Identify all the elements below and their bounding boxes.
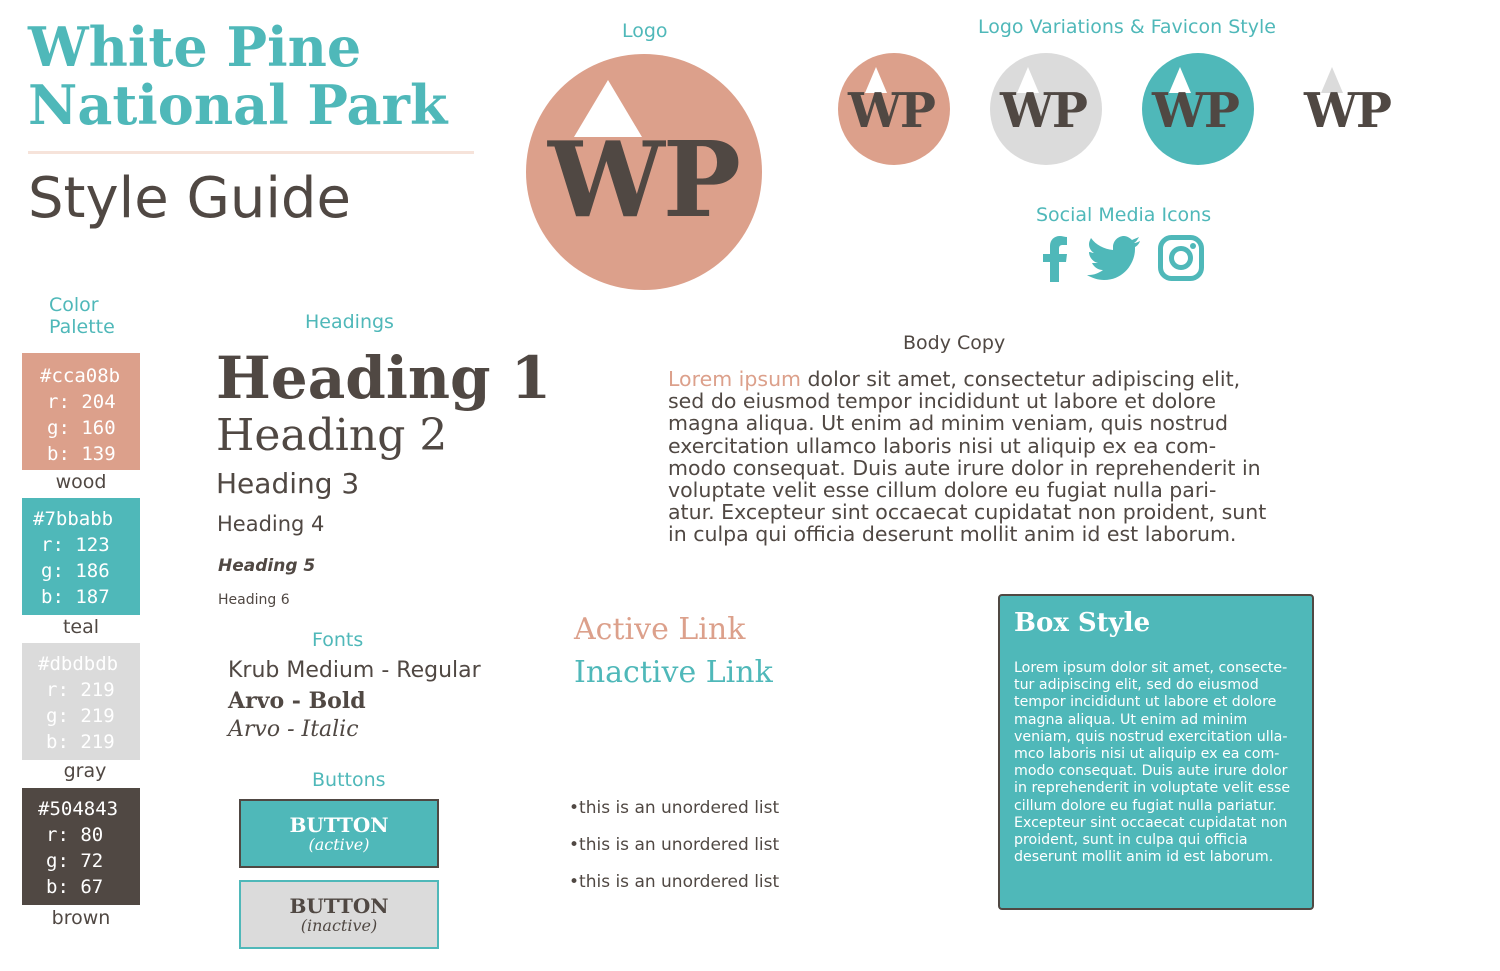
font-regular-sample: Krub Medium - Regular [228,658,481,683]
swatch-gray: #dbdbdb r: 219 g: 219 b: 219 [22,643,140,760]
box-title: Box Style [1014,608,1151,638]
inactive-button[interactable]: BUTTON (inactive) [239,880,439,949]
font-italic-sample: Arvo - Italic [228,717,359,742]
list-item: this is an unordered list [569,870,779,907]
swatch-g: g: 72 [46,850,104,872]
favicon-gray: WP [990,53,1102,165]
swatch-hex: #cca08b [40,365,121,387]
swatch-r: r: 219 [46,679,115,701]
inactive-link[interactable]: Inactive Link [574,655,773,690]
heading-1-sample: Heading 1 [216,344,552,412]
swatch-hex: #7bbabb [33,508,114,530]
main-logo: WP [526,54,762,290]
heading-3-sample: Heading 3 [216,467,360,500]
logo-text: WP [548,118,741,241]
swatch-g: g: 160 [47,417,116,439]
swatch-r: r: 204 [47,391,116,413]
swatch-hex: #504843 [38,798,119,820]
swatch-name: teal [62,616,100,638]
title-divider [28,151,474,154]
button-label: BUTTON [289,812,389,837]
swatch-g: g: 219 [46,705,115,727]
fonts-label: Fonts [312,629,364,651]
box-body: Lorem ipsum dolor sit amet, consecte- tu… [1014,660,1291,866]
list-item: this is an unordered list [569,833,779,870]
heading-6-sample: Heading 6 [218,592,290,608]
body-copy-text: dolor sit amet, consectetur adipiscing e… [668,367,1267,547]
swatch-brown: #504843 r: 80 g: 72 b: 67 [22,788,140,905]
button-state: (inactive) [300,915,378,935]
facebook-icon[interactable] [1040,236,1070,282]
heading-2-sample: Heading 2 [216,410,448,461]
logo-variations-label: Logo Variations & Favicon Style [978,16,1276,38]
page-subtitle: Style Guide [28,166,351,231]
swatch-wood: #cca08b r: 204 g: 160 b: 139 [22,353,140,470]
swatch-teal: #7bbabb r: 123 g: 186 b: 187 [22,498,140,615]
swatch-b: b: 219 [46,731,115,753]
title-line-2: National Park [28,73,448,137]
heading-4-sample: Heading 4 [217,512,325,536]
headings-label: Headings [305,311,394,333]
favicon-wood: WP [838,53,950,165]
body-copy-lead: Lorem ipsum [668,367,802,391]
swatch-name: wood [55,471,107,493]
swatch-b: b: 67 [46,876,104,898]
swatch-name: gray [63,760,107,782]
swatch-b: b: 187 [41,586,110,608]
swatch-r: r: 80 [46,824,104,846]
box-style-sample: Box Style Lorem ipsum dolor sit amet, co… [998,594,1314,910]
page-title: White Pine National Park [28,18,498,134]
title-line-1: White Pine [28,15,362,79]
twitter-icon[interactable] [1087,236,1141,282]
swatch-name: brown [51,907,111,929]
font-bold-sample: Arvo - Bold [228,688,366,714]
favicon-text: WP [1152,83,1240,139]
favicon-text: WP [1000,83,1088,139]
active-button[interactable]: BUTTON (active) [239,799,439,868]
favicon-text: WP [1304,83,1392,139]
palette-label: Color Palette [49,294,115,338]
body-copy-sample: Lorem ipsum dolor sit amet, consectetur … [668,368,1268,546]
active-link[interactable]: Active Link [574,612,745,647]
swatch-b: b: 139 [47,443,116,465]
swatch-r: r: 123 [41,534,110,556]
favicon-teal: WP [1142,53,1254,165]
body-copy-label: Body Copy [903,332,1006,354]
favicon-plain: WP [1294,53,1406,165]
list-item: this is an unordered list [569,796,779,833]
unordered-list: this is an unordered list this is an uno… [569,796,779,907]
button-state: (active) [308,834,370,854]
social-media-label: Social Media Icons [1036,204,1212,226]
swatch-hex: #dbdbdb [38,653,119,675]
logo-label: Logo [622,20,668,42]
buttons-label: Buttons [312,769,386,791]
button-label: BUTTON [289,893,389,918]
instagram-icon[interactable] [1158,235,1204,281]
swatch-g: g: 186 [41,560,110,582]
favicon-text: WP [848,83,936,139]
heading-5-sample: Heading 5 [218,556,316,576]
